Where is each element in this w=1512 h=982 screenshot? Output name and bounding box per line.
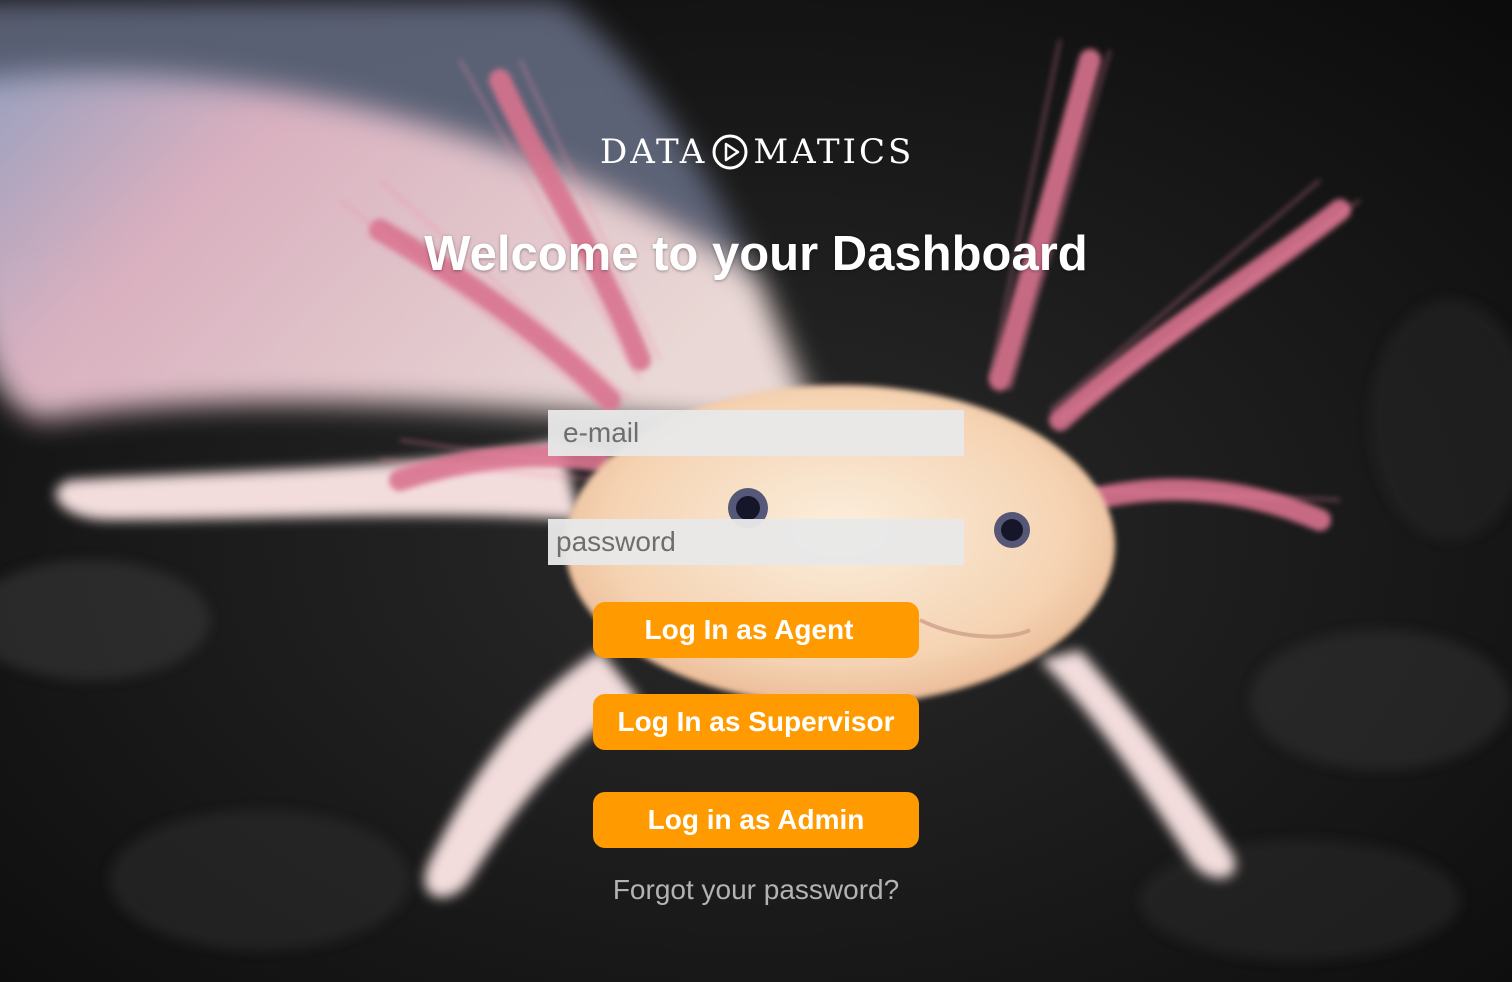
email-input[interactable] (548, 410, 964, 456)
logo-text-matics: MATICS (753, 132, 915, 172)
logo-text-data: DATA (600, 132, 708, 172)
play-circle-icon (711, 133, 749, 171)
password-input[interactable] (548, 519, 964, 565)
forgot-password-link[interactable]: Forgot your password? (0, 874, 1512, 906)
login-supervisor-button[interactable]: Log In as Supervisor (593, 694, 919, 750)
page-title: Welcome to your Dashboard (424, 227, 1088, 281)
brand-logo: DATA MATICS (600, 126, 950, 178)
login-admin-button[interactable]: Log in as Admin (593, 792, 919, 848)
login-agent-button[interactable]: Log In as Agent (593, 602, 919, 658)
